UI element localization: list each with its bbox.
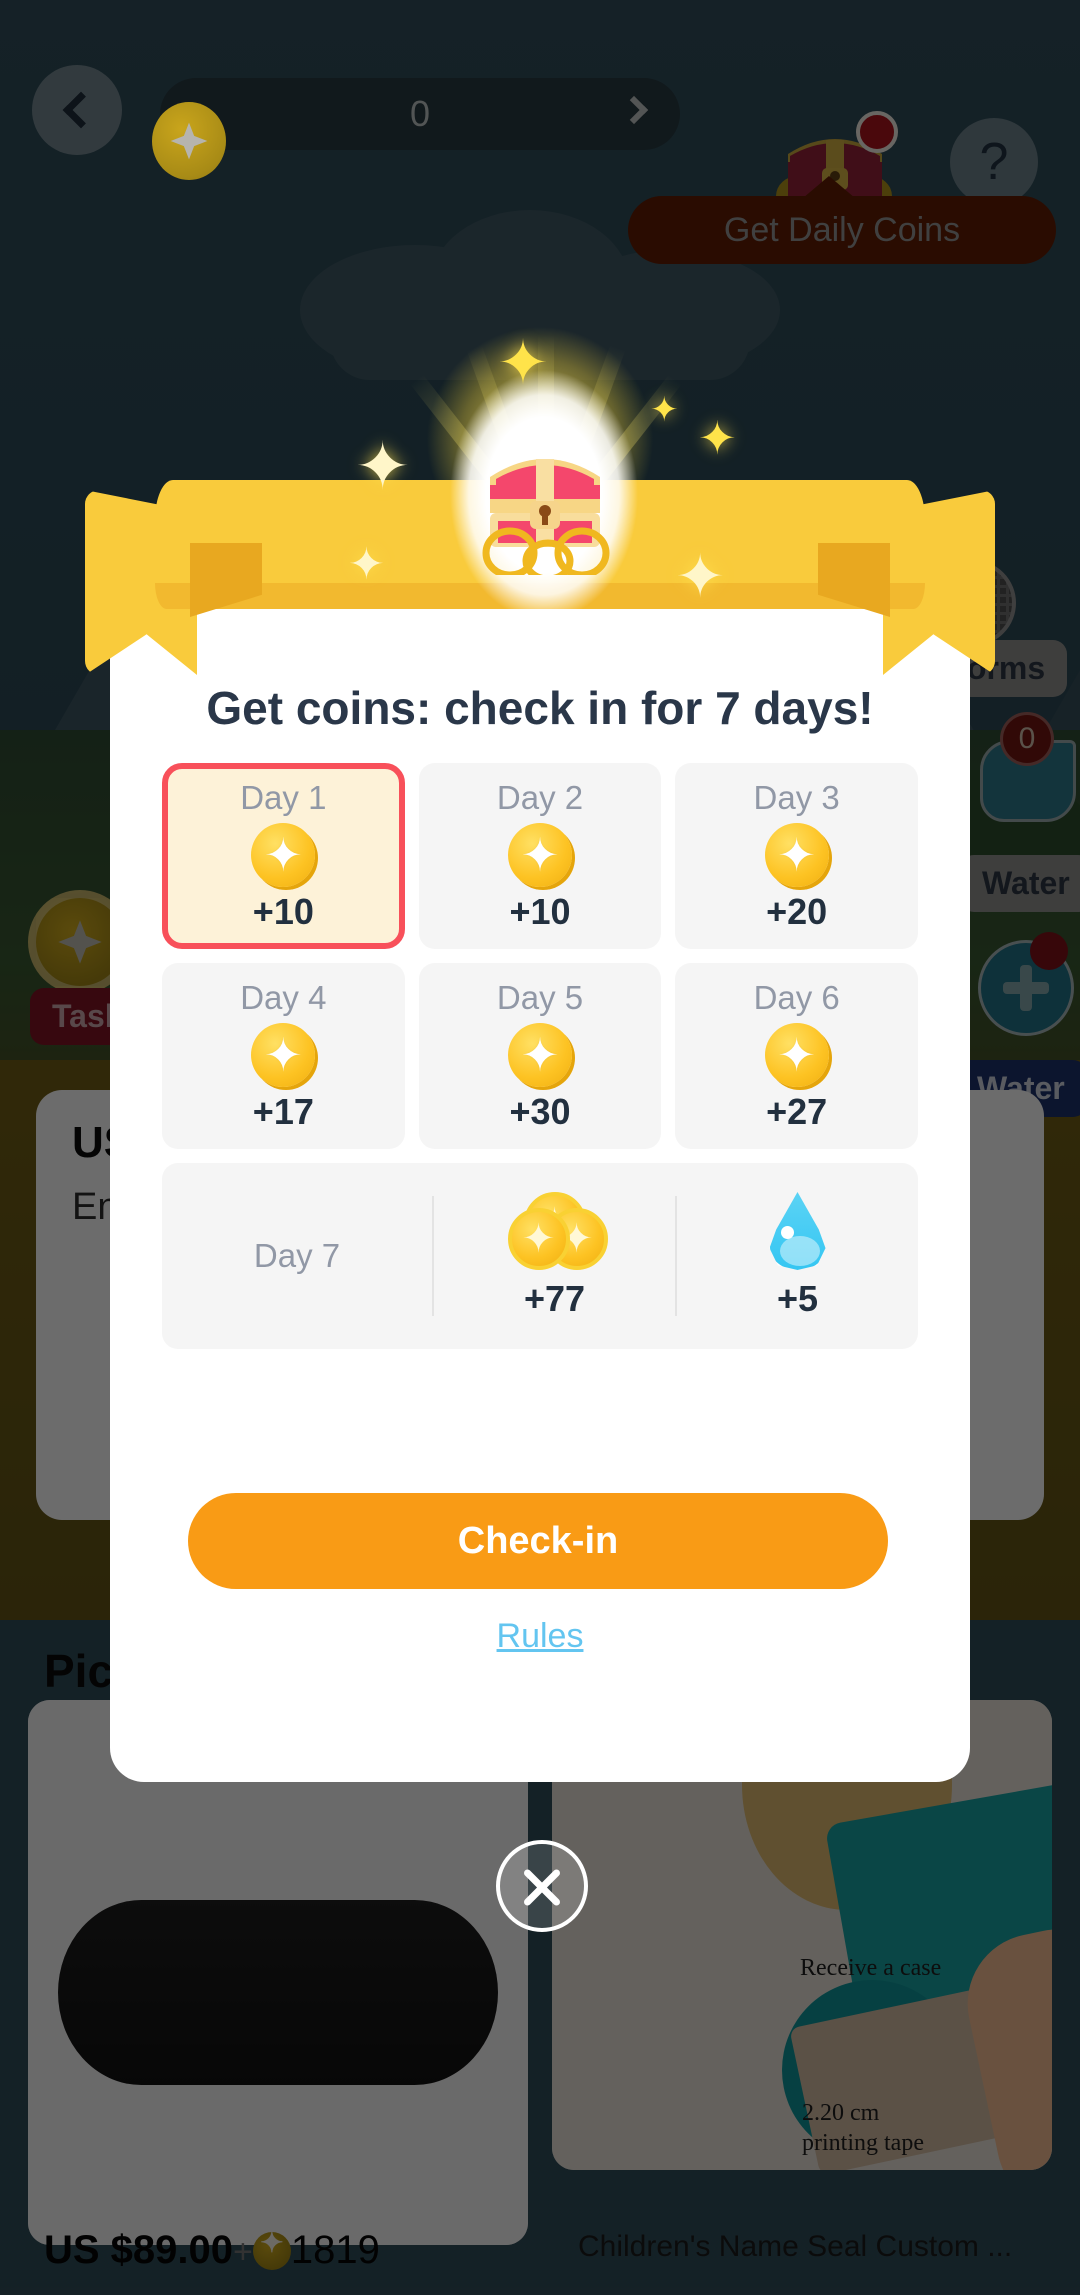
day-label: Day 4	[240, 979, 327, 1016]
star-coin-icon	[764, 823, 829, 887]
day-amount: +17	[252, 1091, 314, 1132]
day-label: Day 7	[253, 1237, 341, 1274]
day-card-3[interactable]: Day 3 +20	[675, 763, 918, 949]
check-in-button[interactable]: Check-in	[188, 1493, 888, 1589]
rules-link[interactable]: Rules	[110, 1617, 970, 1656]
day-label: Day 5	[496, 979, 584, 1016]
checkin-row: Day 4 +17 Day 5 +30 Day 6 +27	[162, 963, 919, 1149]
close-icon[interactable]	[496, 1840, 588, 1932]
day7-water-reward: +5	[677, 1192, 918, 1320]
day-card-5[interactable]: Day 5 +30	[418, 963, 662, 1149]
daily-checkin-modal: ✦ ✦ ✦ ✦ ✦ ✦ Get coins: check in for 7 da…	[85, 295, 995, 1782]
day7-coin-reward: +77	[434, 1192, 675, 1320]
day-card-1[interactable]: Day 1 +10	[162, 763, 405, 949]
water-drop-icon	[769, 1192, 826, 1270]
day-amount: +30	[509, 1091, 571, 1132]
day-card-7[interactable]: Day 7 +77 +5	[162, 1163, 918, 1349]
star-coin-icon	[251, 1023, 316, 1087]
checkin-day-grid: Day 1 +10 Day 2 +10 Day 3 +20 Day 4 +17	[162, 763, 919, 1349]
day-amount: +20	[766, 891, 828, 932]
day-amount: +10	[252, 891, 314, 932]
day-label: Day 3	[753, 779, 840, 816]
coin-stack-icon	[500, 1192, 610, 1270]
day7-coin-amount: +77	[523, 1278, 586, 1319]
checkin-row: Day 1 +10 Day 2 +10 Day 3 +20	[162, 763, 918, 949]
day-label: Day 6	[753, 979, 840, 1016]
star-coin-icon	[251, 823, 316, 887]
star-coin-icon	[764, 1023, 829, 1087]
day-amount: +27	[766, 1091, 828, 1132]
coin-shape	[507, 1208, 570, 1270]
star-coin-icon	[152, 102, 226, 180]
day7-water-amount: +5	[776, 1278, 819, 1319]
day-card-6[interactable]: Day 6 +27	[675, 963, 919, 1149]
day-card-4[interactable]: Day 4 +17	[162, 963, 405, 1149]
day-card-2[interactable]: Day 2 +10	[418, 763, 662, 949]
day-label: Day 2	[496, 779, 584, 816]
page-title: Get coins: check in for 7 days!	[206, 682, 874, 734]
star-coin-icon	[508, 1023, 572, 1087]
day-amount: +10	[509, 891, 571, 932]
star-coin-icon	[508, 823, 572, 887]
day-label: Day 1	[240, 779, 327, 816]
